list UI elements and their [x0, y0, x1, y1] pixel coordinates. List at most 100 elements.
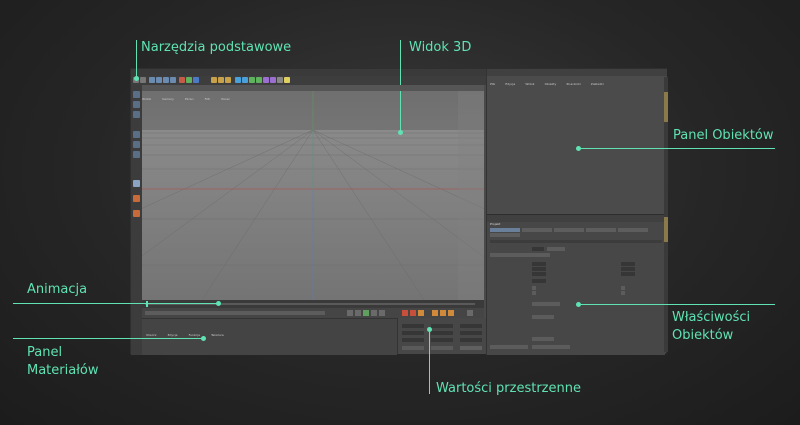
material-menu-item[interactable]: Funkcja: [189, 333, 200, 337]
size-y-field[interactable]: [431, 331, 453, 335]
rotation-h-field[interactable]: [460, 324, 482, 328]
rotation-p-field[interactable]: [460, 331, 482, 335]
attr-select-linear[interactable]: [532, 315, 554, 319]
attr-tab-2[interactable]: [522, 228, 552, 232]
attr-button-1[interactable]: [490, 345, 528, 349]
position-z-field[interactable]: [402, 338, 424, 342]
pen-icon[interactable]: [242, 77, 248, 83]
record-icon[interactable]: [402, 310, 408, 316]
next-frame-icon[interactable]: [371, 310, 377, 316]
workplane-icon[interactable]: [133, 210, 140, 217]
attr-select-color[interactable]: [532, 337, 554, 341]
right-panel-tabs[interactable]: [664, 77, 668, 352]
view-menu-item[interactable]: Filtr: [205, 97, 211, 101]
floor-icon[interactable]: [270, 77, 276, 83]
select-tool-icon[interactable]: [149, 77, 155, 83]
attr-tab-6[interactable]: [490, 233, 520, 237]
position-y-field[interactable]: [402, 331, 424, 335]
edges-mode-icon[interactable]: [133, 141, 140, 148]
keyframe-icon[interactable]: [418, 310, 424, 316]
polygons-mode-icon[interactable]: [133, 151, 140, 158]
object-menu-item[interactable]: Plik: [490, 82, 495, 86]
size-mode-select[interactable]: [431, 346, 453, 350]
apply-button[interactable]: [460, 346, 482, 350]
frame-slider[interactable]: [145, 311, 325, 315]
model-mode-icon[interactable]: [133, 101, 140, 108]
move-tool-icon[interactable]: [156, 77, 162, 83]
attr-field-fps[interactable]: [532, 262, 546, 266]
array-icon[interactable]: [256, 77, 262, 83]
object-menu-item[interactable]: Widok: [525, 82, 534, 86]
attr-field-scale[interactable]: [532, 247, 544, 251]
size-z-field[interactable]: [431, 338, 453, 342]
attr-field-preview-min[interactable]: [532, 272, 546, 276]
camera-icon[interactable]: [277, 77, 283, 83]
render-icon[interactable]: [218, 77, 224, 83]
attr-scale-button[interactable]: [490, 253, 550, 257]
autokey-icon[interactable]: [410, 310, 416, 316]
render-view-icon[interactable]: [211, 77, 217, 83]
object-menu-item[interactable]: Obiekty: [545, 82, 557, 86]
attr-checkbox-deformers[interactable]: [621, 291, 625, 295]
previous-frame-icon[interactable]: [355, 310, 361, 316]
subdivision-icon[interactable]: [249, 77, 255, 83]
view-menu-item[interactable]: Panel: [221, 97, 229, 101]
material-panel[interactable]: Utwórz Edycja Funkcja Tekstura: [142, 318, 397, 355]
playhead-icon[interactable]: [146, 301, 148, 307]
object-manager[interactable]: Plik Edycja Widok Obiekty Znaczniki Zakł…: [486, 69, 667, 214]
rotation-b-field[interactable]: [460, 338, 482, 342]
attr-tab-5[interactable]: [618, 228, 648, 232]
view-menu-item[interactable]: Kamery: [162, 97, 174, 101]
keyframe-rotation-icon[interactable]: [448, 310, 454, 316]
timeline-settings-icon[interactable]: [467, 310, 473, 316]
attr-field-project-time[interactable]: [621, 262, 635, 266]
keyframe-position-icon[interactable]: [432, 310, 438, 316]
attr-field-max-time[interactable]: [621, 267, 635, 271]
attr-tab-1[interactable]: [490, 228, 520, 232]
go-to-start-icon[interactable]: [347, 310, 353, 316]
x-axis-icon[interactable]: [179, 77, 185, 83]
attr-button-2[interactable]: [532, 345, 570, 349]
attr-field-min-time[interactable]: [532, 267, 546, 271]
attributes-tab[interactable]: [664, 217, 668, 242]
coord-mode-select[interactable]: [402, 346, 424, 350]
render-settings-icon[interactable]: [225, 77, 231, 83]
attr-field-scale-unit[interactable]: [547, 247, 565, 251]
texture-mode-icon[interactable]: [133, 111, 140, 118]
object-menu-item[interactable]: Znaczniki: [566, 82, 580, 86]
light-icon[interactable]: [284, 77, 290, 83]
material-menu-item[interactable]: Tekstura: [211, 333, 224, 337]
attr-field-lod[interactable]: [532, 279, 546, 283]
make-editable-icon[interactable]: [133, 91, 140, 98]
object-menu-item[interactable]: Zakładki: [591, 82, 604, 86]
object-menu-item[interactable]: Edycja: [505, 82, 515, 86]
redo-icon[interactable]: [140, 77, 146, 83]
attr-tab-4[interactable]: [586, 228, 616, 232]
rotate-tool-icon[interactable]: [170, 77, 176, 83]
view-menu-item[interactable]: Ekran: [185, 97, 194, 101]
timeline-ruler[interactable]: [142, 300, 484, 308]
axis-mode-icon[interactable]: [133, 180, 140, 187]
attr-select-clipping[interactable]: [532, 302, 560, 306]
cube-icon[interactable]: [235, 77, 241, 83]
viewport-3d[interactable]: [142, 85, 484, 300]
objects-tab[interactable]: [664, 92, 668, 122]
attr-checkbox-animation[interactable]: [532, 286, 536, 290]
attr-checkbox-expression[interactable]: [532, 291, 536, 295]
attr-field-preview-max[interactable]: [621, 272, 635, 276]
y-axis-icon[interactable]: [186, 77, 192, 83]
snap-icon[interactable]: [133, 195, 140, 202]
play-icon[interactable]: [363, 310, 369, 316]
deformer-icon[interactable]: [263, 77, 269, 83]
go-to-end-icon[interactable]: [379, 310, 385, 316]
view-menu-item[interactable]: Widok: [142, 97, 151, 101]
keyframe-scale-icon[interactable]: [440, 310, 446, 316]
material-menu-item[interactable]: Utwórz: [146, 333, 156, 337]
attr-checkbox-generators[interactable]: [621, 286, 625, 290]
points-mode-icon[interactable]: [133, 131, 140, 138]
scale-tool-icon[interactable]: [163, 77, 169, 83]
attr-tab-3[interactable]: [554, 228, 584, 232]
z-axis-icon[interactable]: [193, 77, 199, 83]
size-x-field[interactable]: [431, 324, 453, 328]
material-menu-item[interactable]: Edycja: [168, 333, 178, 337]
